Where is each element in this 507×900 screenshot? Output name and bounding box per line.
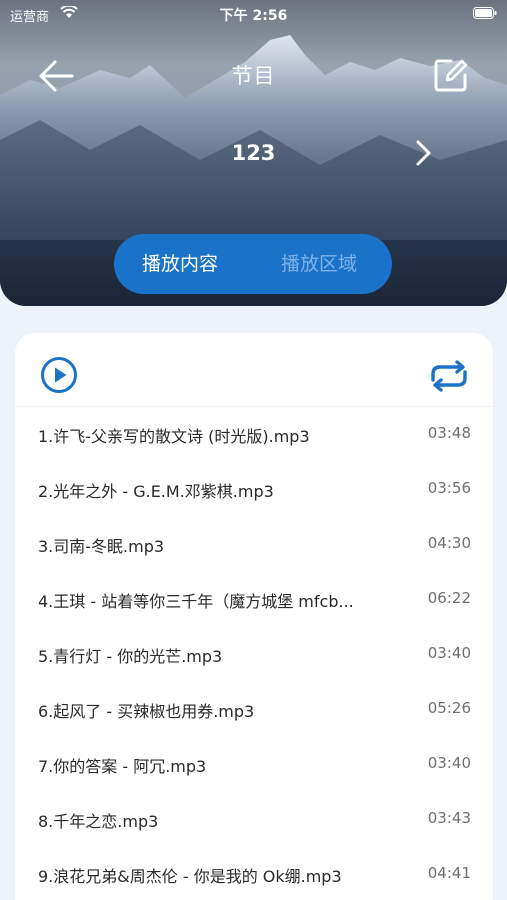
- track-row[interactable]: 7.你的答案 - 阿冗.mp3 03:40: [15, 737, 493, 792]
- track-row[interactable]: 3.司南-冬眠.mp3 04:30: [15, 517, 493, 572]
- track-name: 2.光年之外 - G.E.M.邓紫棋.mp3: [38, 482, 274, 501]
- track-row[interactable]: 8.千年之恋.mp3 03:43: [15, 792, 493, 847]
- track-list-card: 1.许飞-父亲写的散文诗 (时光版).mp3 03:48 2.光年之外 - G.…: [15, 333, 493, 900]
- chevron-right-icon[interactable]: [410, 138, 436, 168]
- edit-icon[interactable]: [433, 57, 469, 93]
- track-duration: 03:48: [427, 424, 471, 442]
- track-name: 7.你的答案 - 阿冗.mp3: [38, 757, 207, 776]
- track-name: 1.许飞-父亲写的散文诗 (时光版).mp3: [38, 427, 310, 446]
- track-name: 3.司南-冬眠.mp3: [38, 537, 165, 556]
- header-banner: 运营商 下午 2:56 节目 123 播放内容 播放区域: [0, 0, 507, 306]
- track-name: 8.千年之恋.mp3: [38, 812, 159, 831]
- track-duration: 06:22: [427, 589, 471, 607]
- track-duration: 03:43: [427, 809, 471, 827]
- track-row[interactable]: 6.起风了 - 买辣椒也用券.mp3 05:26: [15, 682, 493, 737]
- track-name: 4.王琪 - 站着等你三千年（魔方城堡 mfcb...: [38, 592, 354, 611]
- status-bar: 运营商 下午 2:56: [0, 0, 507, 28]
- track-row[interactable]: 4.王琪 - 站着等你三千年（魔方城堡 mfcb... 06:22: [15, 572, 493, 627]
- track-row[interactable]: 2.光年之外 - G.E.M.邓紫棋.mp3 03:56: [15, 462, 493, 517]
- track-row[interactable]: 1.许飞-父亲写的散文诗 (时光版).mp3 03:48: [15, 407, 493, 462]
- content-area-segmented-control: 播放内容 播放区域: [114, 234, 392, 294]
- track-duration: 03:56: [427, 479, 471, 497]
- track-duration: 05:26: [427, 699, 471, 717]
- play-circle-icon[interactable]: [40, 356, 78, 394]
- track-name: 6.起风了 - 买辣椒也用券.mp3: [38, 702, 255, 721]
- track-duration: 04:30: [427, 534, 471, 552]
- tab-play-content[interactable]: 播放内容: [142, 234, 218, 294]
- page-title: 节目: [231, 64, 276, 88]
- battery-icon: [473, 7, 497, 19]
- track-row[interactable]: 5.青行灯 - 你的光芒.mp3 03:40: [15, 627, 493, 682]
- tab-play-area[interactable]: 播放区域: [281, 234, 357, 294]
- track-name: 9.浪花兄弟&周杰伦 - 你是我的 Ok绷.mp3: [38, 867, 342, 886]
- clock: 下午 2:56: [219, 8, 288, 24]
- repeat-icon[interactable]: [427, 360, 471, 392]
- track-name: 5.青行灯 - 你的光芒.mp3: [38, 647, 223, 666]
- track-duration: 04:41: [427, 864, 471, 882]
- track-duration: 03:40: [427, 754, 471, 772]
- track-duration: 03:40: [427, 644, 471, 662]
- track-row[interactable]: 9.浪花兄弟&周杰伦 - 你是我的 Ok绷.mp3 04:41: [15, 847, 493, 900]
